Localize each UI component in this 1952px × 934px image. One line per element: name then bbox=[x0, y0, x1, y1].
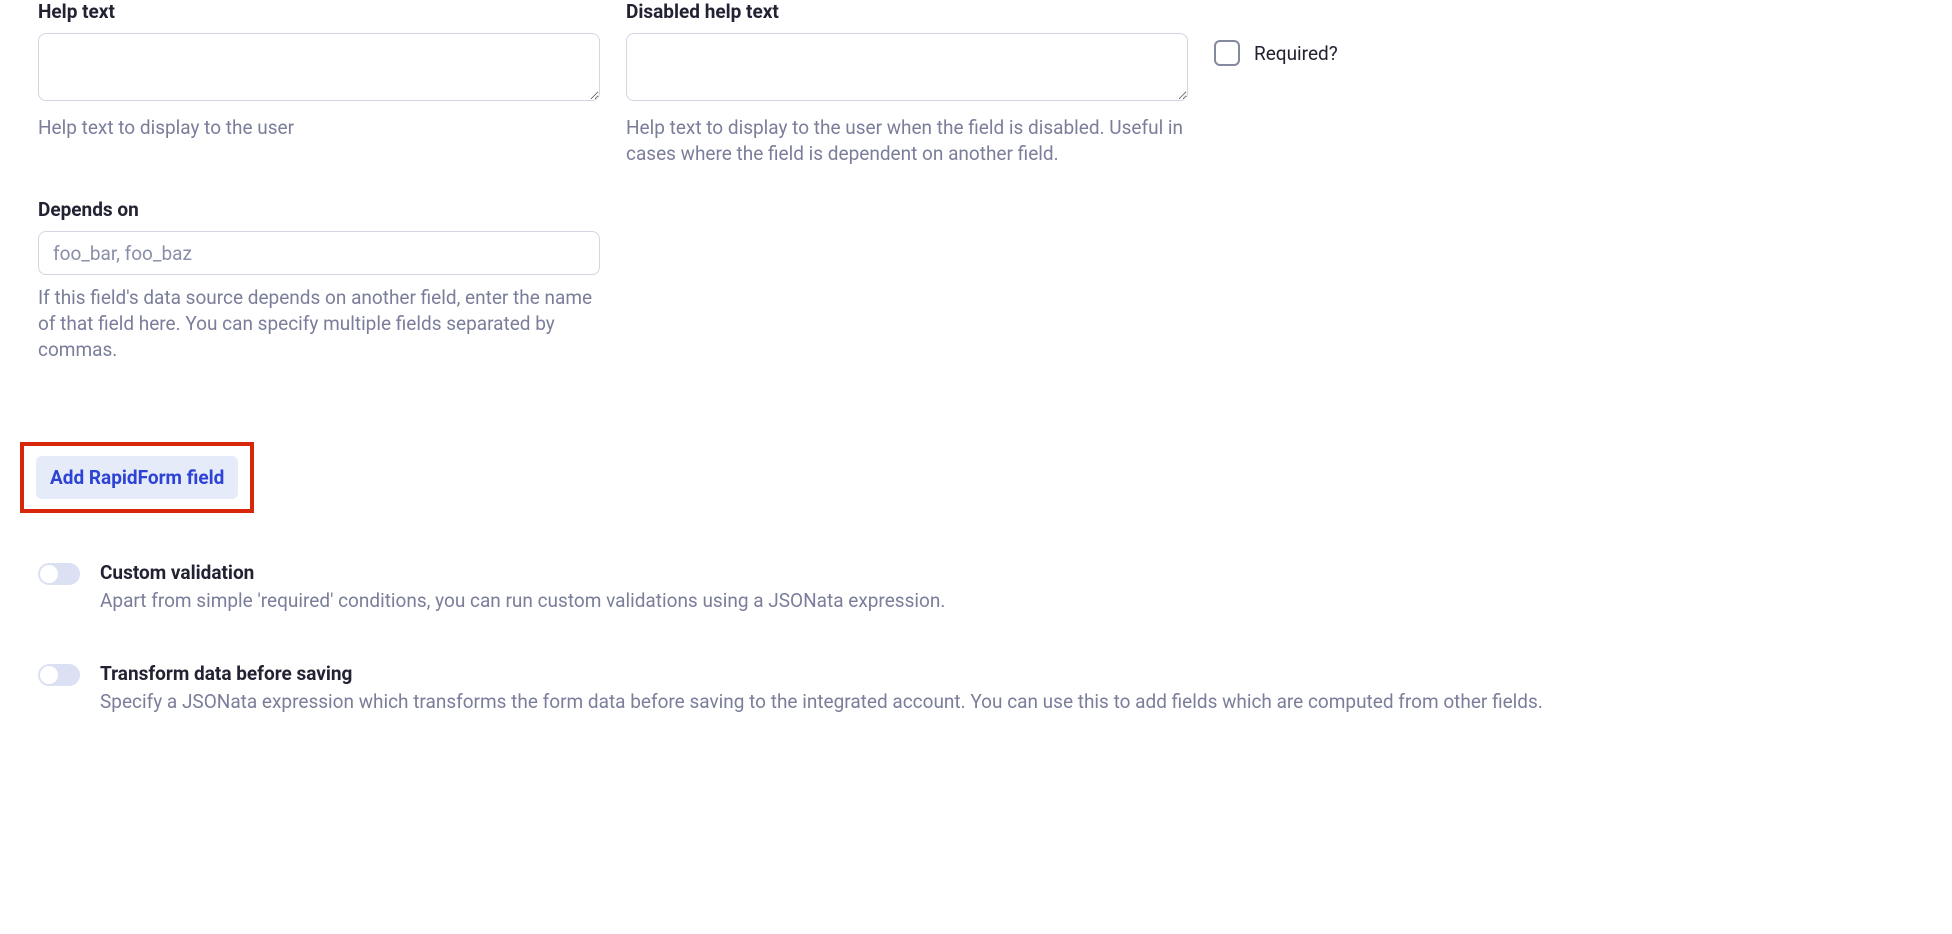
required-label: Required? bbox=[1254, 42, 1338, 65]
help-text-textarea[interactable] bbox=[38, 33, 600, 101]
custom-validation-desc: Apart from simple 'required' conditions,… bbox=[100, 588, 1914, 614]
transform-data-desc: Specify a JSONata expression which trans… bbox=[100, 689, 1914, 715]
disabled-help-text-hint: Help text to display to the user when th… bbox=[626, 115, 1188, 166]
required-checkbox-wrap: Required? bbox=[1214, 40, 1338, 66]
transform-data-row: Transform data before saving Specify a J… bbox=[38, 662, 1914, 715]
transform-data-toggle[interactable] bbox=[38, 664, 80, 686]
depends-on-group: Depends on If this field's data source d… bbox=[38, 198, 600, 362]
toggle-knob-icon bbox=[40, 666, 58, 684]
required-checkbox[interactable] bbox=[1214, 40, 1240, 66]
toggle-knob-icon bbox=[40, 565, 58, 583]
depends-on-hint: If this field's data source depends on a… bbox=[38, 285, 600, 362]
help-text-group: Help text Help text to display to the us… bbox=[38, 0, 600, 141]
help-text-label: Help text bbox=[38, 0, 600, 23]
disabled-help-text-textarea[interactable] bbox=[626, 33, 1188, 101]
custom-validation-title: Custom validation bbox=[100, 561, 1914, 584]
add-rapidform-field-button[interactable]: Add RapidForm field bbox=[36, 456, 238, 499]
help-text-hint: Help text to display to the user bbox=[38, 115, 600, 141]
depends-on-input[interactable] bbox=[38, 231, 600, 275]
custom-validation-row: Custom validation Apart from simple 'req… bbox=[38, 561, 1914, 614]
disabled-help-text-label: Disabled help text bbox=[626, 0, 1188, 23]
add-button-highlight: Add RapidForm field bbox=[20, 442, 254, 513]
disabled-help-text-group: Disabled help text Help text to display … bbox=[626, 0, 1188, 166]
custom-validation-toggle[interactable] bbox=[38, 563, 80, 585]
transform-data-title: Transform data before saving bbox=[100, 662, 1914, 685]
depends-on-label: Depends on bbox=[38, 198, 600, 221]
